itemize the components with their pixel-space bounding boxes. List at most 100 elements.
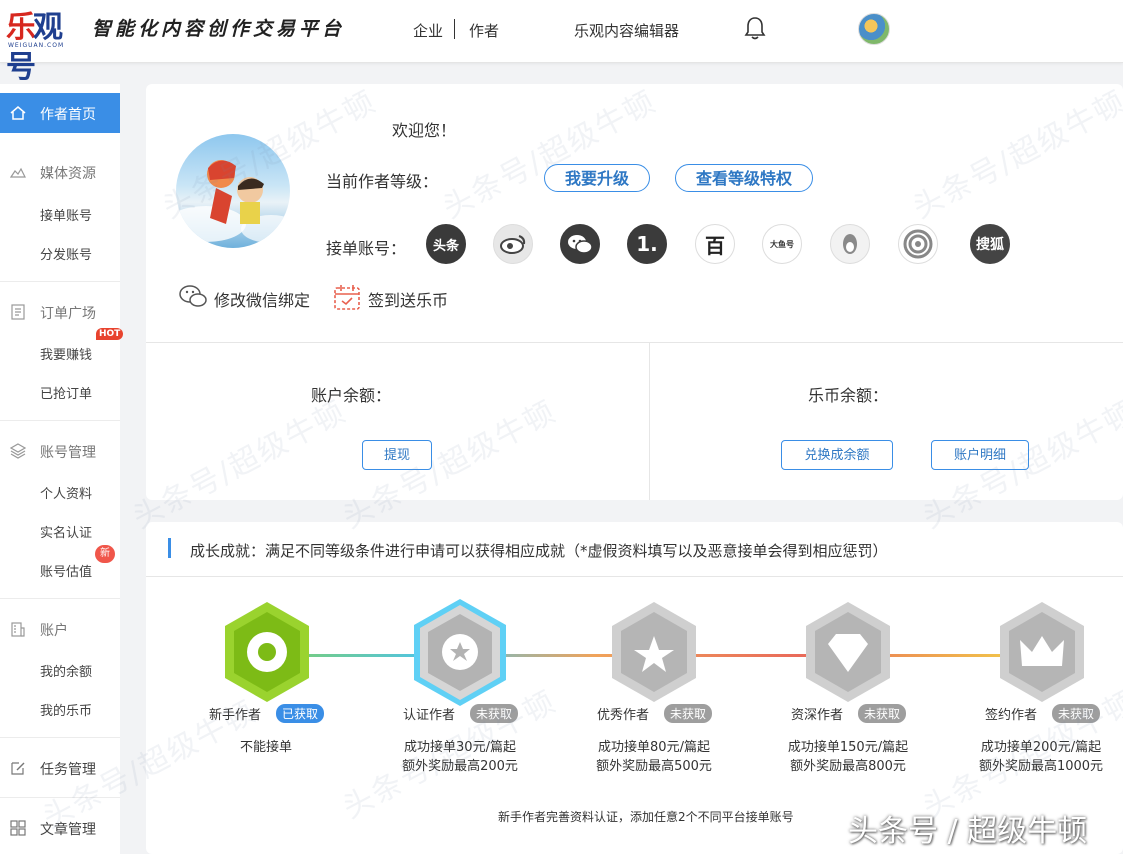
sidebar-item-profile[interactable]: 个人资料 <box>40 483 92 502</box>
exchange-to-balance-button[interactable]: 兑换成余额 <box>781 440 893 470</box>
withdraw-button[interactable]: 提现 <box>362 440 432 470</box>
nav-enterprise[interactable]: 企业 <box>413 20 443 41</box>
sidebar-divider <box>0 420 120 421</box>
sidebar-item-verification[interactable]: 实名认证 <box>40 522 92 541</box>
baijia-label: 百 <box>705 233 725 258</box>
sidebar-section-label: 媒体资源 <box>40 166 96 182</box>
wechat-outline-icon <box>179 285 207 307</box>
sidebar-item-distribution-accounts[interactable]: 分发账号 <box>40 244 92 263</box>
level-signed-desc-line2: 额外奖励最高1000元 <box>978 759 1104 774</box>
level-excellent-desc: 成功接单80元/篇起 额外奖励最高500元 <box>574 738 734 776</box>
sidebar-item-valuation[interactable]: 账号估值 <box>40 561 92 580</box>
image-icon <box>10 167 26 178</box>
level-signed-status: 未获取 <box>1052 704 1101 723</box>
sidebar-item-author-home[interactable]: 作者首页 <box>0 93 120 133</box>
weibo-glyph <box>500 235 526 254</box>
edit-icon <box>11 762 25 775</box>
weibo-icon[interactable] <box>493 224 533 264</box>
level-senior-status: 未获取 <box>858 704 907 723</box>
growth-footnote: 新手作者完善资料认证，添加任意2个不同平台接单账号 <box>498 810 794 824</box>
level-certified-desc: 成功接单30元/篇起 额外奖励最高200元 <box>380 738 540 776</box>
netease-icon[interactable] <box>898 224 938 264</box>
nav-author[interactable]: 作者 <box>469 20 499 41</box>
level-signed-desc-line1: 成功接单200元/篇起 <box>980 740 1102 755</box>
new-badge: 新 <box>95 545 115 563</box>
checkin-label: 签到送乐币 <box>368 291 449 310</box>
sidebar-section-media[interactable]: 媒体资源 <box>0 152 120 192</box>
penguin-glyph <box>843 234 857 254</box>
sidebar-item-label: 任务管理 <box>40 762 96 778</box>
yidian-label: 1. <box>636 232 658 256</box>
checkin-link[interactable]: 签到送乐币 <box>334 285 449 311</box>
level-senior-desc: 成功接单150元/篇起 额外奖励最高800元 <box>768 738 928 776</box>
wechat-icon[interactable] <box>560 224 600 264</box>
toutiao-label: 头条 <box>432 238 459 254</box>
author-level-label: 当前作者等级： <box>326 172 439 191</box>
level-certified-status: 未获取 <box>470 704 519 723</box>
sidebar-divider <box>0 737 120 738</box>
level-excellent-desc-line1: 成功接单80元/篇起 <box>598 740 710 755</box>
swirl-glyph <box>903 229 933 259</box>
sidebar-section-label: 订单广场 <box>40 306 96 322</box>
corner-watermark: 头条号 / 超级牛顿 <box>848 814 1088 849</box>
level-excellent-status: 未获取 <box>664 704 713 723</box>
level-novice-name: 新手作者 <box>209 708 262 723</box>
sidebar-section-label: 账号管理 <box>40 445 96 461</box>
bell-icon[interactable] <box>744 16 766 40</box>
dayu-label: 大鱼号 <box>770 239 794 249</box>
grid-icon <box>10 820 26 836</box>
level-novice-desc: 不能接单 <box>186 738 346 757</box>
upgrade-button[interactable]: 我要升级 <box>544 164 650 192</box>
dayu-icon[interactable]: 大鱼号 <box>762 224 802 264</box>
sidebar-divider <box>0 598 120 599</box>
sidebar-item-grabbed-orders[interactable]: 已抢订单 <box>40 383 92 402</box>
modify-wechat-binding-label: 修改微信绑定 <box>214 291 311 310</box>
baijia-icon[interactable]: 百 <box>695 224 735 264</box>
modify-wechat-binding-link[interactable]: 修改微信绑定 <box>179 285 311 311</box>
yidian-icon[interactable]: 1. <box>627 224 667 264</box>
logo-subtext: WEIGUAN.COM <box>8 42 65 49</box>
sidebar-item-earn-money[interactable]: 我要赚钱 <box>40 344 92 363</box>
balance-divider <box>649 343 650 500</box>
growth-achievements-card: 成长成就：满足不同等级条件进行申请可以获得相应成就（*虚假资料填写以及恶意接单会… <box>146 522 1123 854</box>
account-details-button[interactable]: 账户明细 <box>931 440 1029 470</box>
welcome-text: 欢迎您！ <box>392 121 457 140</box>
sohu-label: 搜狐 <box>976 237 1004 253</box>
level-senior-name: 资深作者 <box>791 708 844 723</box>
layers-icon <box>10 443 26 459</box>
level-senior-desc-line1: 成功接单150元/篇起 <box>787 740 909 755</box>
sidebar-item-articles[interactable]: 文章管理 <box>0 808 120 848</box>
sidebar-item-order-accounts[interactable]: 接单账号 <box>40 205 92 224</box>
sidebar-item-my-balance[interactable]: 我的余额 <box>40 661 92 680</box>
qq-icon[interactable] <box>830 224 870 264</box>
growth-title: 成长成就：满足不同等级条件进行申请可以获得相应成就（*虚假资料填写以及恶意接单会… <box>190 542 888 560</box>
sidebar-item-my-coins[interactable]: 我的乐币 <box>40 700 92 719</box>
calendar-icon <box>334 285 360 310</box>
hot-badge: HOT <box>96 328 124 340</box>
sohu-icon[interactable]: 搜狐 <box>970 224 1010 264</box>
sidebar-divider <box>0 797 120 798</box>
heading-accent <box>168 538 171 558</box>
view-privileges-button[interactable]: 查看等级特权 <box>675 164 813 192</box>
badge-certified-icon <box>414 599 506 706</box>
sidebar-section-account-mgmt[interactable]: 账号管理 <box>0 431 120 471</box>
toutiao-icon[interactable]: 头条 <box>426 224 466 264</box>
nav-divider <box>454 19 455 39</box>
sidebar: 作者首页 媒体资源 接单账号 分发账号 订单广场 我要赚钱 HOT 已抢订单 账… <box>0 84 124 854</box>
avatar-illustration <box>176 160 290 243</box>
level-certified-desc-line1: 成功接单30元/篇起 <box>404 740 516 755</box>
level-signed-name: 签约作者 <box>985 708 1038 723</box>
level-excellent-desc-line2: 额外奖励最高500元 <box>596 759 712 774</box>
author-avatar[interactable] <box>176 134 290 248</box>
sidebar-divider <box>0 281 120 282</box>
level-certified-name: 认证作者 <box>403 708 456 723</box>
sidebar-section-orders[interactable]: 订单广场 <box>0 292 120 332</box>
user-avatar[interactable] <box>858 13 890 45</box>
sidebar-section-account[interactable]: 账户 <box>0 609 120 649</box>
home-icon <box>10 106 26 120</box>
sidebar-item-tasks[interactable]: 任务管理 <box>0 748 120 788</box>
sidebar-item-label: 作者首页 <box>40 107 96 123</box>
nav-content-editor[interactable]: 乐观内容编辑器 <box>574 20 679 41</box>
wechat-glyph <box>568 235 593 254</box>
badge-novice-icon <box>225 602 309 702</box>
